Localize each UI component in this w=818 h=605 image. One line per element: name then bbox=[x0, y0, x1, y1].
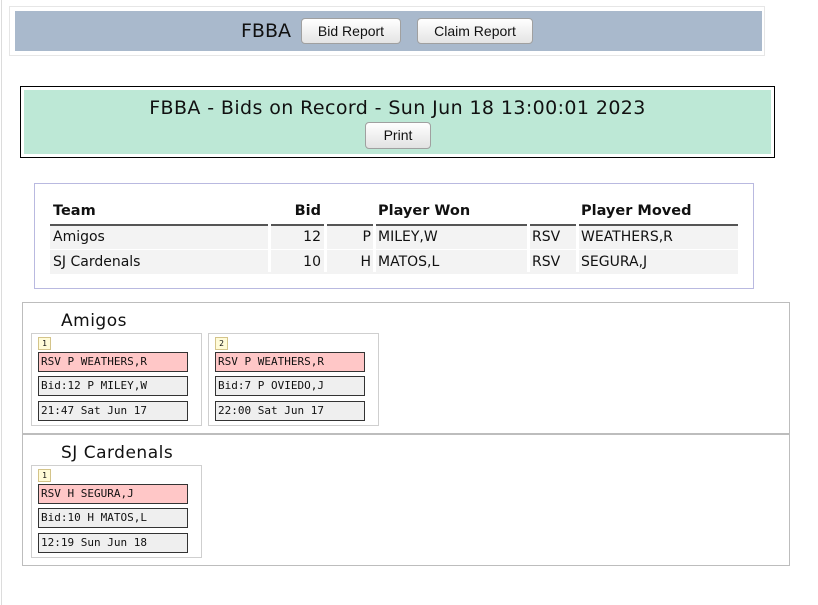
header-underline bbox=[271, 224, 324, 226]
column-separator bbox=[324, 184, 327, 272]
bid-card: 1 RSV P WEATHERS,R Bid:12 P MILEY,W 21:4… bbox=[31, 333, 202, 426]
bid-report-button[interactable]: Bid Report bbox=[301, 18, 401, 44]
bid-line: Bid:7 P OVIEDO,J bbox=[215, 376, 365, 396]
timestamp-line: 22:00 Sat Jun 17 bbox=[215, 401, 365, 421]
cell-team: Amigos bbox=[53, 229, 105, 245]
cell-bid: 10 bbox=[303, 254, 321, 270]
bid-card: 2 RSV P WEATHERS,R Bid:7 P OVIEDO,J 22:0… bbox=[208, 333, 379, 426]
cell-bid: 12 bbox=[303, 229, 321, 245]
col-header-bid: Bid bbox=[294, 203, 321, 219]
cell-player-won: MATOS,L bbox=[378, 254, 440, 270]
team-panel-sj-cardenals: SJ Cardenals 1 RSV H SEGURA,J Bid:10 H M… bbox=[22, 434, 790, 566]
cell-position: H bbox=[360, 254, 371, 270]
timestamp-line: 21:47 Sat Jun 17 bbox=[38, 401, 188, 421]
team-name: SJ Cardenals bbox=[61, 443, 174, 463]
cell-team: SJ Cardenals bbox=[53, 254, 141, 270]
cell-player-moved: WEATHERS,R bbox=[581, 229, 673, 245]
page-title: FBBA - Bids on Record - Sun Jun 18 13:00… bbox=[149, 97, 646, 119]
bid-number-badge: 2 bbox=[215, 337, 228, 350]
move-line: RSV P WEATHERS,R bbox=[38, 352, 188, 372]
column-separator bbox=[373, 184, 376, 272]
column-separator bbox=[576, 184, 579, 272]
header-underline bbox=[376, 224, 527, 226]
move-line: RSV H SEGURA,J bbox=[38, 484, 188, 504]
column-separator bbox=[268, 184, 271, 272]
bids-summary-table: Team Bid Player Won Player Moved Amigos … bbox=[34, 183, 754, 289]
column-separator bbox=[527, 184, 530, 272]
page-left-border bbox=[1, 0, 2, 605]
team-name: Amigos bbox=[61, 311, 127, 331]
bid-card: 1 RSV H SEGURA,J Bid:10 H MATOS,L 12:19 … bbox=[31, 465, 202, 558]
cell-player-won: MILEY,W bbox=[378, 229, 438, 245]
cell-player-moved: SEGURA,J bbox=[581, 254, 648, 270]
bid-number-badge: 1 bbox=[38, 469, 51, 482]
timestamp-line: 12:19 Sun Jun 18 bbox=[38, 533, 188, 553]
cell-status: RSV bbox=[532, 254, 561, 270]
col-header-player-moved: Player Moved bbox=[581, 203, 692, 219]
move-line: RSV P WEATHERS,R bbox=[215, 352, 365, 372]
bid-line: Bid:10 H MATOS,L bbox=[38, 508, 188, 528]
cell-status: RSV bbox=[532, 229, 561, 245]
top-nav: FBBA Bid Report Claim Report bbox=[15, 11, 762, 51]
col-header-player-won: Player Won bbox=[378, 203, 471, 219]
header-underline bbox=[327, 224, 373, 226]
print-button[interactable]: Print bbox=[365, 122, 431, 149]
claim-report-button[interactable]: Claim Report bbox=[417, 18, 533, 44]
header-underline bbox=[579, 224, 738, 226]
report-header-inner: FBBA - Bids on Record - Sun Jun 18 13:00… bbox=[24, 90, 771, 154]
report-header: FBBA - Bids on Record - Sun Jun 18 13:00… bbox=[20, 86, 775, 158]
header-underline bbox=[50, 224, 268, 226]
header-underline bbox=[530, 224, 576, 226]
team-panel-amigos: Amigos 1 RSV P WEATHERS,R Bid:12 P MILEY… bbox=[22, 302, 790, 434]
bid-number-badge: 1 bbox=[38, 337, 51, 350]
nav-title: FBBA bbox=[241, 20, 291, 42]
cell-position: P bbox=[362, 229, 371, 245]
bid-line: Bid:12 P MILEY,W bbox=[38, 376, 188, 396]
col-header-team: Team bbox=[53, 203, 96, 219]
